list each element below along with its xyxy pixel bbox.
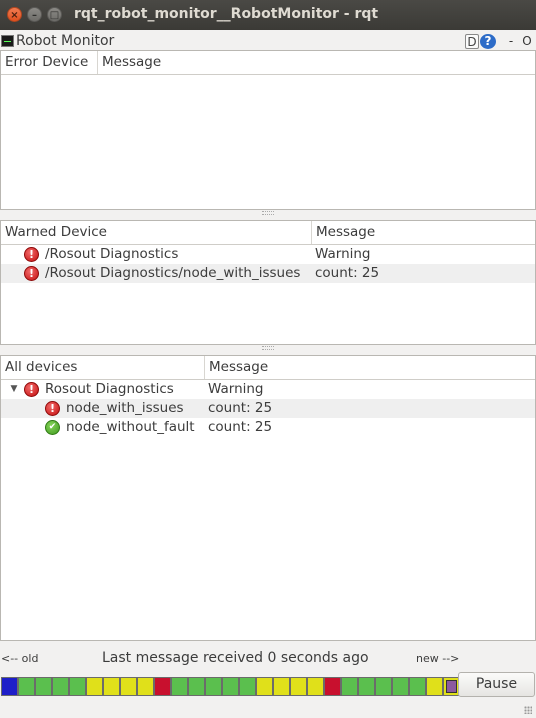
window-maximize-button[interactable]: □ xyxy=(47,7,62,22)
timeline-cell[interactable] xyxy=(205,677,222,696)
tree-row[interactable]: ▼ Rosout Diagnostics Warning xyxy=(1,380,535,399)
device-name: /Rosout Diagnostics/node_with_issues xyxy=(45,265,301,281)
error-icon xyxy=(45,401,60,416)
warned-device-table[interactable]: Warned Device Message /Rosout Diagnostic… xyxy=(0,220,536,345)
device-name: Rosout Diagnostics xyxy=(45,381,174,397)
device-name: node_with_issues xyxy=(66,400,184,416)
all-devices-tree[interactable]: All devices Message ▼ Rosout Diagnostics… xyxy=(0,355,536,641)
timeline-cell[interactable] xyxy=(222,677,239,696)
all-devices-header: All devices Message xyxy=(1,356,535,380)
error-device-table[interactable]: Error Device Message xyxy=(0,50,536,210)
timeline-cell[interactable] xyxy=(273,677,290,696)
timeline-cell[interactable] xyxy=(171,677,188,696)
device-message: Warning xyxy=(208,381,264,397)
timeline-cell[interactable] xyxy=(324,677,341,696)
device-message: count: 25 xyxy=(315,265,380,281)
device-message: Warning xyxy=(315,246,371,262)
device-name: node_without_fault xyxy=(66,419,195,435)
timeline-bar[interactable] xyxy=(1,677,460,696)
error-device-column-header[interactable]: Error Device xyxy=(1,51,98,74)
ok-check-icon xyxy=(45,420,60,435)
timeline-cell[interactable] xyxy=(154,677,171,696)
dock-d-button[interactable]: D xyxy=(465,34,479,49)
plugin-minimize-button[interactable]: - xyxy=(507,34,515,49)
timeline-cell[interactable] xyxy=(86,677,103,696)
tree-row[interactable]: node_without_fault count: 25 xyxy=(1,418,535,437)
tree-row[interactable]: node_with_issues count: 25 xyxy=(1,399,535,418)
timeline-selected-marker xyxy=(446,680,457,693)
device-message: count: 25 xyxy=(208,400,273,416)
pause-button[interactable]: Pause xyxy=(458,672,535,697)
timeline-old-label: <-- old xyxy=(1,652,39,665)
device-message: count: 25 xyxy=(208,419,273,435)
all-message-column-header[interactable]: Message xyxy=(205,356,535,379)
timeline-cell[interactable] xyxy=(426,677,443,696)
last-message-status: Last message received 0 seconds ago xyxy=(102,650,369,666)
timeline-cell[interactable] xyxy=(1,677,18,696)
timeline-cell[interactable] xyxy=(69,677,86,696)
timeline-cell[interactable] xyxy=(409,677,426,696)
device-name: /Rosout Diagnostics xyxy=(45,246,179,262)
timeline-cell[interactable] xyxy=(307,677,324,696)
timeline-cell[interactable] xyxy=(35,677,52,696)
table-row[interactable]: /Rosout Diagnostics/node_with_issues cou… xyxy=(1,264,535,283)
timeline-cell[interactable] xyxy=(256,677,273,696)
plugin-close-button[interactable]: O xyxy=(522,34,532,49)
timeline-cell[interactable] xyxy=(120,677,137,696)
timeline-cell[interactable] xyxy=(103,677,120,696)
timeline-cell[interactable] xyxy=(290,677,307,696)
error-icon xyxy=(24,247,39,262)
splitter-handle[interactable] xyxy=(262,346,274,350)
timeline-cell[interactable] xyxy=(137,677,154,696)
warned-message-column-header[interactable]: Message xyxy=(312,221,535,244)
timeline-cell[interactable] xyxy=(18,677,35,696)
expand-arrow-icon[interactable]: ▼ xyxy=(9,380,19,399)
warned-device-column-header[interactable]: Warned Device xyxy=(1,221,312,244)
timeline-cell[interactable] xyxy=(52,677,69,696)
plugin-title: Robot Monitor xyxy=(16,33,115,49)
error-table-header: Error Device Message xyxy=(1,51,535,75)
resize-grip[interactable] xyxy=(524,706,532,714)
window-minimize-button[interactable]: – xyxy=(27,7,42,22)
window-titlebar: × – □ rqt_robot_monitor__RobotMonitor - … xyxy=(0,0,536,30)
splitter-handle[interactable] xyxy=(262,211,274,215)
timeline-cell[interactable] xyxy=(239,677,256,696)
error-icon xyxy=(24,266,39,281)
error-message-column-header[interactable]: Message xyxy=(98,51,535,74)
window-close-button[interactable]: × xyxy=(7,7,22,22)
plugin-header: Robot Monitor D ? - O xyxy=(0,31,536,51)
timeline-cell[interactable] xyxy=(392,677,409,696)
monitor-icon xyxy=(1,35,14,47)
window-title: rqt_robot_monitor__RobotMonitor - rqt xyxy=(74,6,379,22)
error-icon xyxy=(24,382,39,397)
timeline-cell[interactable] xyxy=(358,677,375,696)
warned-table-header: Warned Device Message xyxy=(1,221,535,245)
timeline-cell[interactable] xyxy=(341,677,358,696)
timeline-cell[interactable] xyxy=(188,677,205,696)
table-row[interactable]: /Rosout Diagnostics Warning xyxy=(1,245,535,264)
timeline-new-label: new --> xyxy=(416,652,460,665)
all-devices-column-header[interactable]: All devices xyxy=(1,356,205,379)
help-icon[interactable]: ? xyxy=(480,34,496,49)
timeline-cell[interactable] xyxy=(375,677,392,696)
